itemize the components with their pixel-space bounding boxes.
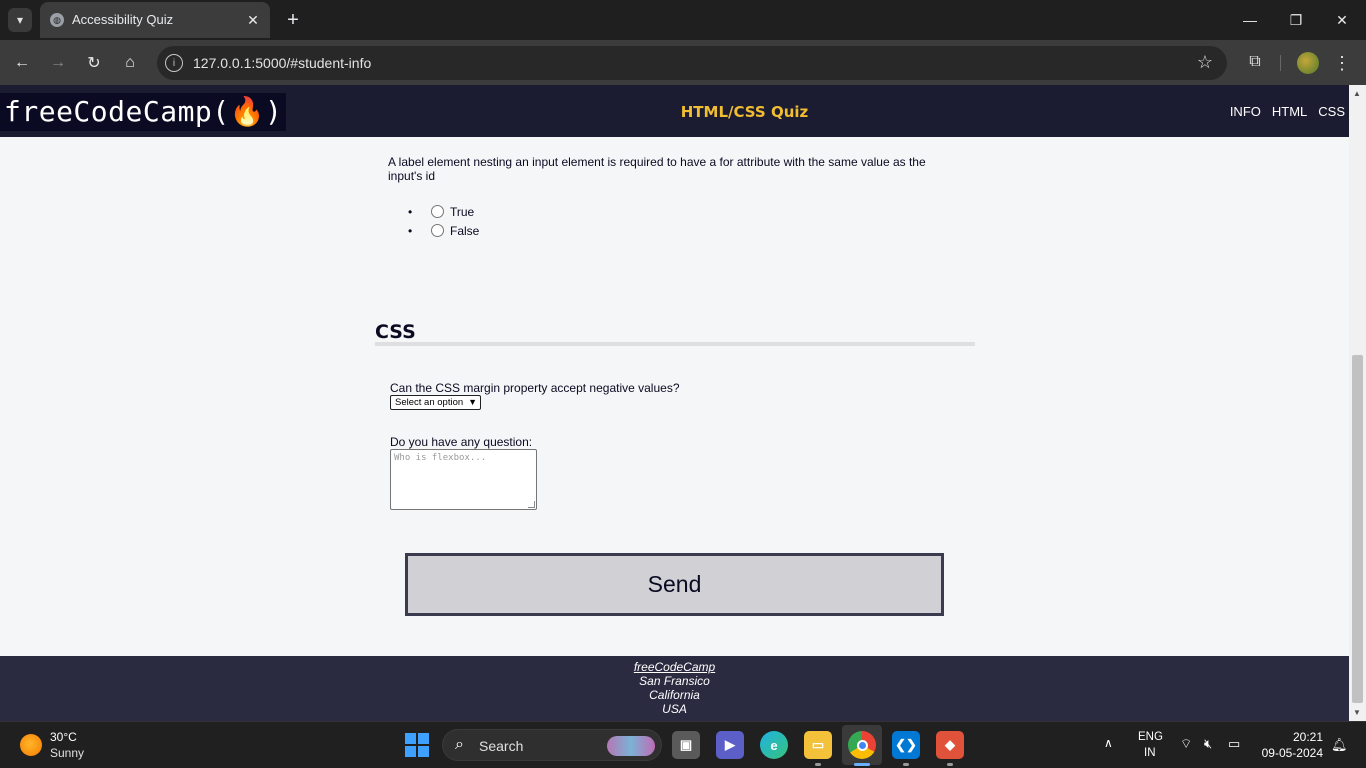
html-question-text: A label element nesting an input element… <box>388 155 926 183</box>
windows-taskbar: 30°C Sunny ⌕ Search ▣ ▶ e ▭ ❮❯ ◆ ∧ ENG I… <box>0 721 1366 768</box>
teams-meet-icon[interactable]: ▶ <box>716 731 744 759</box>
section-divider <box>375 342 975 346</box>
active-indicator <box>854 763 870 766</box>
scroll-up-icon[interactable]: ▲ <box>1353 89 1361 98</box>
css-section-heading: CSS <box>375 321 416 343</box>
taskbar-search-label[interactable]: Search <box>479 738 523 754</box>
radio-false[interactable] <box>431 224 444 237</box>
tab-search-button[interactable]: ▾ <box>8 8 32 32</box>
file-explorer-icon[interactable]: ▭ <box>804 731 832 759</box>
option-true[interactable]: True <box>408 202 479 221</box>
site-nav: INFO HTML CSS <box>1230 104 1345 119</box>
url-text[interactable]: 127.0.0.1:5000/#student-info <box>193 55 371 71</box>
taskbar-search[interactable]: ⌕ Search <box>442 729 662 761</box>
browser-tab-bar: ▾ ◍ Accessibility Quiz ✕ + — ❐ ✕ <box>0 0 1366 40</box>
resize-handle-icon[interactable] <box>527 501 536 508</box>
footer-link-freecodecamp[interactable]: freeCodeCamp <box>0 660 1349 674</box>
site-info-icon[interactable]: i <box>165 54 183 72</box>
question-textarea-label: Do you have any question: <box>390 435 533 449</box>
margin-question-label: Can the CSS margin property accept negat… <box>390 381 680 395</box>
language-indicator[interactable]: ENG <box>1138 731 1163 743</box>
windows-start-icon[interactable] <box>405 733 429 757</box>
clock-time[interactable]: 20:21 <box>1293 730 1323 744</box>
nav-link-html[interactable]: HTML <box>1272 104 1307 119</box>
kebab-menu-icon[interactable]: ⋮ <box>1333 51 1351 75</box>
bookmark-star-icon[interactable]: ☆ <box>1197 52 1213 73</box>
select-value[interactable]: Select an option <box>395 397 463 408</box>
vscode-icon[interactable]: ❮❯ <box>892 731 920 759</box>
region-indicator[interactable]: IN <box>1144 747 1156 759</box>
clock-date[interactable]: 09-05-2024 <box>1262 746 1323 760</box>
site-header: freeCodeCamp(🔥) HTML/CSS Quiz INFO HTML … <box>0 85 1349 137</box>
sun-icon[interactable] <box>20 734 42 756</box>
footer-city: San Fransico <box>639 674 710 688</box>
page-viewport: freeCodeCamp(🔥) HTML/CSS Quiz INFO HTML … <box>0 85 1349 721</box>
scrollbar-thumb[interactable] <box>1352 355 1363 703</box>
question-textarea[interactable]: Who is flexbox... <box>390 449 537 510</box>
nav-link-info[interactable]: INFO <box>1230 104 1261 119</box>
send-button[interactable]: Send <box>405 553 944 616</box>
restore-icon[interactable]: ❐ <box>1286 10 1306 30</box>
option-false[interactable]: False <box>408 221 479 240</box>
close-tab-icon[interactable]: ✕ <box>244 11 262 29</box>
close-window-icon[interactable]: ✕ <box>1332 10 1352 30</box>
page-title: HTML/CSS Quiz <box>0 103 1349 121</box>
chrome-browser-icon[interactable] <box>848 731 876 759</box>
wifi-icon[interactable]: ⌔ <box>1180 736 1192 752</box>
browser-toolbar: ← → ↻ ⌂ i 127.0.0.1:5000/#student-info ☆… <box>0 40 1366 85</box>
back-arrow-icon[interactable]: ← <box>10 51 34 75</box>
globe-icon: ◍ <box>50 13 64 27</box>
option-true-label[interactable]: True <box>450 205 474 219</box>
home-icon[interactable]: ⌂ <box>118 51 142 75</box>
textarea-placeholder[interactable]: Who is flexbox... <box>394 453 486 463</box>
footer-country: USA <box>662 702 687 716</box>
notification-bell-icon[interactable]: 🔔︎ <box>1331 737 1348 753</box>
html-question-options: True False <box>408 202 479 240</box>
search-icon: ⌕ <box>455 736 464 753</box>
address-bar[interactable]: i 127.0.0.1:5000/#student-info ☆ <box>157 46 1227 80</box>
battery-icon[interactable]: ▭ <box>1228 736 1240 752</box>
option-false-label[interactable]: False <box>450 224 479 238</box>
edge-browser-icon[interactable]: e <box>760 731 788 759</box>
browser-tab[interactable]: ◍ Accessibility Quiz ✕ <box>40 2 270 38</box>
radio-true[interactable] <box>431 205 444 218</box>
margin-answer-select[interactable]: Select an option ▼ <box>390 395 481 410</box>
git-tool-icon[interactable]: ◆ <box>936 731 964 759</box>
running-indicator <box>815 763 821 766</box>
chevron-down-icon[interactable]: ▼ <box>468 396 477 409</box>
minimize-icon[interactable]: — <box>1240 10 1260 30</box>
chevron-up-icon[interactable]: ∧ <box>1104 736 1113 750</box>
site-footer: freeCodeCamp San Fransico California USA <box>0 656 1349 721</box>
weather-temperature[interactable]: 30°C <box>50 730 77 744</box>
tab-title: Accessibility Quiz <box>72 12 174 27</box>
extensions-icon[interactable]: ⧉ <box>1244 51 1266 73</box>
page-title-text: HTML/CSS Quiz <box>680 103 809 121</box>
footer-state: California <box>649 688 700 702</box>
weather-condition[interactable]: Sunny <box>50 746 84 760</box>
running-indicator <box>903 763 909 766</box>
forward-arrow-icon[interactable]: → <box>46 51 70 75</box>
nav-link-css[interactable]: CSS <box>1318 104 1345 119</box>
scroll-down-icon[interactable]: ▼ <box>1353 708 1361 717</box>
running-indicator <box>947 763 953 766</box>
new-tab-button[interactable]: + <box>282 9 304 31</box>
search-highlight-image <box>607 736 655 756</box>
volume-muted-icon[interactable]: 🔇︎ <box>1204 736 1212 752</box>
page-scrollbar[interactable]: ▲ ▼ <box>1349 85 1366 721</box>
task-view-icon[interactable]: ▣ <box>672 731 700 759</box>
profile-avatar[interactable] <box>1297 52 1319 74</box>
reload-icon[interactable]: ↻ <box>82 51 106 75</box>
toolbar-divider <box>1280 55 1281 71</box>
